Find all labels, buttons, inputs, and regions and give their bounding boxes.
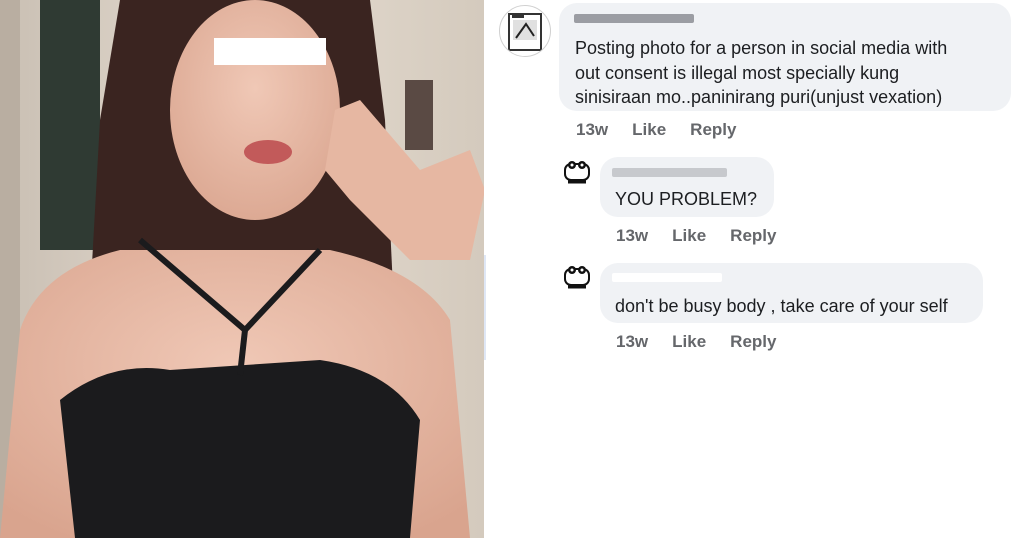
commenter-3-name-redacted[interactable] (612, 273, 722, 282)
commenter-2-avatar[interactable] (562, 158, 592, 188)
comment-2-like-button[interactable]: Like (672, 226, 706, 246)
comment-1-actions: 13w Like Reply (576, 120, 736, 140)
frog-avatar-icon (564, 161, 590, 184)
comment-3-actions: 13w Like Reply (616, 332, 776, 352)
comment-3-reply-button[interactable]: Reply (730, 332, 776, 352)
comment-2-bubble: YOU PROBLEM? (600, 157, 774, 217)
comment-2-reply-button[interactable]: Reply (730, 226, 776, 246)
commenter-2-name-redacted[interactable] (612, 168, 727, 177)
comment-1-text: Posting photo for a person in social med… (575, 38, 948, 107)
comment-3-like-button[interactable]: Like (672, 332, 706, 352)
comment-1-bubble: Posting photo for a person in social med… (559, 3, 1011, 111)
profile-picture-icon (508, 13, 542, 51)
commenter-1-name-redacted[interactable] (574, 14, 694, 23)
comment-2-text: YOU PROBLEM? (615, 189, 758, 209)
comments-thread: Posting photo for a person in social med… (486, 0, 1024, 538)
comment-1-timestamp[interactable]: 13w (576, 120, 608, 140)
comment-3-bubble: don't be busy body , take care of your s… (600, 263, 983, 323)
comment-2-actions: 13w Like Reply (616, 226, 776, 246)
frog-avatar-icon (564, 266, 590, 289)
photo-illustration (0, 0, 484, 538)
comment-1-reply-button[interactable]: Reply (690, 120, 736, 140)
commenter-3-avatar[interactable] (562, 263, 592, 293)
comment-2-timestamp[interactable]: 13w (616, 226, 648, 246)
comment-3-timestamp[interactable]: 13w (616, 332, 648, 352)
posted-photo[interactable] (0, 0, 484, 538)
eye-censor-bar (214, 38, 326, 65)
comment-3-text: don't be busy body , take care of your s… (615, 296, 948, 316)
commenter-1-avatar[interactable] (499, 5, 551, 57)
comment-1-like-button[interactable]: Like (632, 120, 666, 140)
